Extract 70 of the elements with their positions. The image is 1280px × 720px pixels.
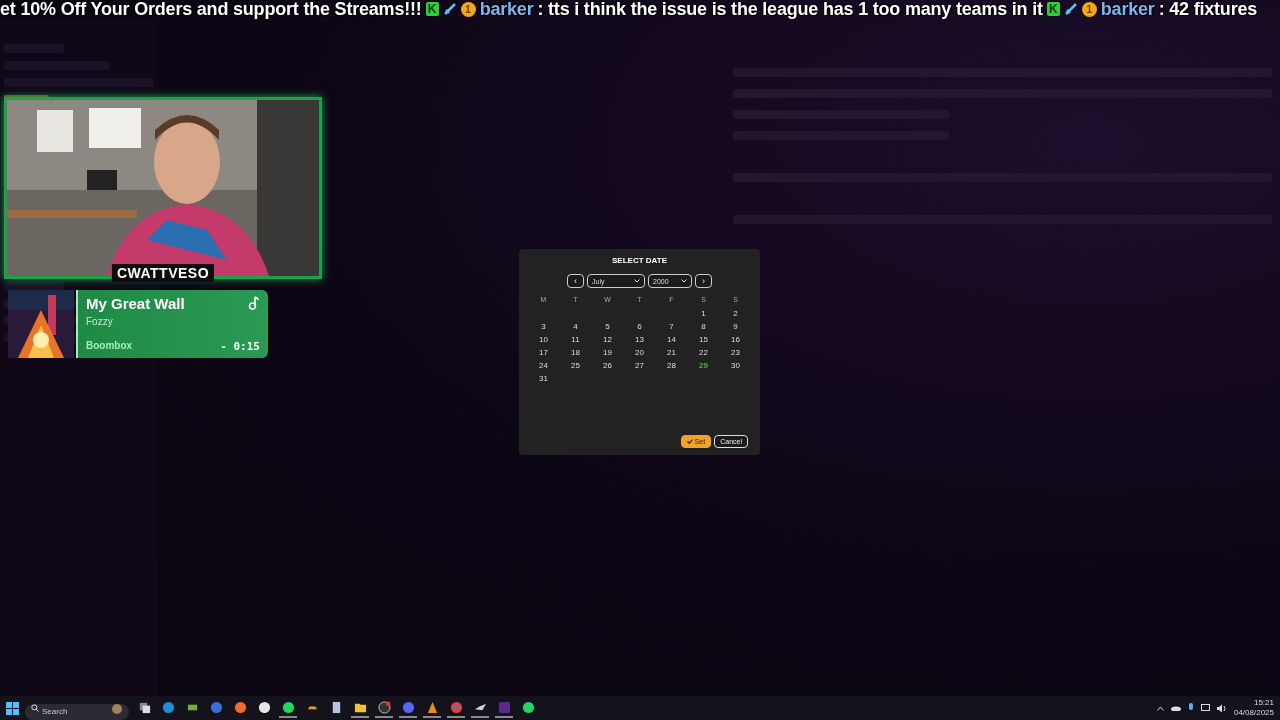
ticker-text: et 10% Off Your Orders and support the Streams!!! [0,0,422,20]
next-month-button[interactable]: › [695,274,712,288]
circle-logo-icon [209,700,223,714]
calendar-day[interactable]: 9 [733,322,738,331]
sword-icon [442,2,457,16]
calendar-day[interactable]: 17 [539,348,548,357]
clock-time[interactable]: 15:21 [1253,698,1274,708]
calendar-day[interactable]: 13 [635,335,644,344]
ticker-text: : tts i think the issue is the league has 1 too many teams in it [537,0,1043,20]
windows-icon [137,700,151,714]
chat-username: barker [479,0,534,20]
chat-username: barker [1100,0,1155,20]
check-icon [686,439,693,444]
emote: K [1046,2,1060,16]
calendar-day[interactable]: 8 [701,322,706,331]
calendar-day[interactable]: 11 [571,335,580,344]
calendar-day[interactable]: 27 [635,361,644,370]
sub-badge: 1 [1081,1,1097,17]
start-icon[interactable] [6,701,19,715]
calendar-day[interactable]: 15 [699,335,708,344]
calendar-day[interactable]: 25 [571,361,580,370]
calendar-day[interactable]: 22 [699,348,708,357]
calendar-day[interactable]: 1 [701,309,706,318]
calendar-day[interactable]: 2 [733,309,738,318]
search-icon [31,704,39,712]
calendar-day[interactable]: 5 [605,322,610,331]
chevron-up-icon[interactable] [1156,705,1164,711]
calendar-day[interactable]: 29 [699,361,708,370]
search-field[interactable]: Search [25,703,129,720]
chevron-down-icon [681,279,687,283]
calendar-day[interactable]: 16 [731,335,740,344]
calendar-day[interactable]: 12 [603,335,612,344]
sword-icon [1063,2,1078,16]
app-tile-icon [497,700,511,714]
song-title: My Great Wall [86,295,185,312]
calendar-day[interactable]: 7 [669,322,674,331]
ticker-text: : 42 fixtures [1158,0,1258,20]
calendar-day[interactable]: 23 [731,348,740,357]
calendar-day[interactable]: 14 [667,335,676,344]
record-icon [377,700,391,714]
calendar-day[interactable]: 6 [637,322,642,331]
calendar-day[interactable]: 21 [667,348,676,357]
music-note-icon [248,296,260,310]
calendar-day[interactable]: 31 [539,374,548,383]
speaker-icon[interactable] [1216,703,1227,713]
calendar-day[interactable]: 24 [539,361,548,370]
clock-date[interactable]: 04/08/2025 [1233,708,1274,718]
calendar-day[interactable]: 26 [603,361,612,370]
time-remaining: - 0:15 [220,340,260,353]
calendar-day[interactable]: 3 [541,322,546,331]
previous-month-button[interactable]: ‹ [567,274,584,288]
source-name: Boombox [86,340,133,353]
channel-logo: CWATTVESO [111,264,215,282]
sub-badge: 1 [460,1,476,17]
artist-name: Fozzy [86,316,114,327]
calendar-day[interactable]: 4 [573,322,578,331]
microphone-icon[interactable] [1187,703,1194,713]
monitor-icon[interactable] [1200,703,1210,713]
calendar-day[interactable]: 28 [667,361,676,370]
dialog-title: SELECT DATE [612,256,667,265]
chevron-down-icon [634,279,640,283]
browser-icon [449,700,463,714]
calendar-day[interactable]: 19 [603,348,612,357]
emote: K [425,2,439,16]
calendar-day[interactable]: 18 [571,348,580,357]
calendar-day[interactable]: 10 [539,335,548,344]
calendar-day[interactable]: 30 [731,361,740,370]
cone-icon [425,700,439,714]
cloud-icon[interactable] [1170,705,1181,711]
calendar-day[interactable]: 20 [635,348,644,357]
